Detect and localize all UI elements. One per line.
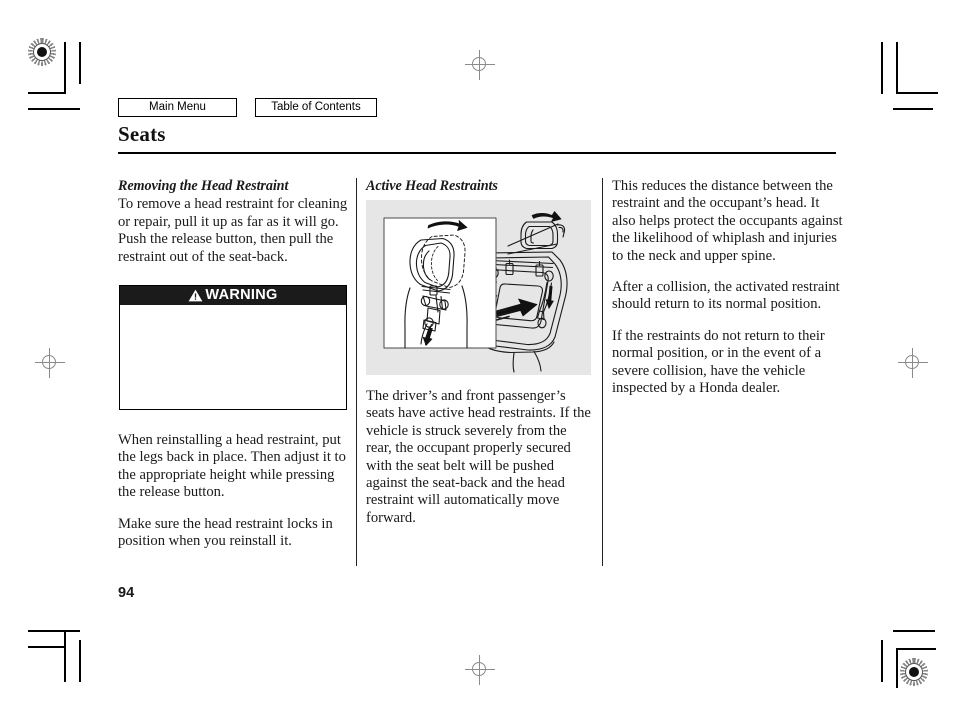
page-title: Seats (118, 122, 166, 146)
crop-mark-top-left-vertical-outer (79, 42, 81, 84)
main-menu-button[interactable]: Main Menu (118, 98, 237, 118)
middle-paragraph-1: The driver’s and front passenger’s seats… (366, 388, 591, 526)
registration-mark-top-center (465, 50, 495, 80)
crop-mark-bottom-left-vertical-inner (64, 630, 66, 682)
crop-mark-bottom-right-vertical-outer (881, 640, 883, 682)
crop-mark-top-left-horizontal-inner (28, 92, 65, 94)
crop-mark-top-right-vertical-inner (896, 42, 898, 94)
warning-triangle-icon (189, 289, 203, 302)
crop-mark-top-right-vertical-outer (881, 42, 883, 94)
column-left: Removing the Head Restraint To remove a … (118, 178, 350, 280)
column-right: This reduces the distance between the re… (612, 178, 844, 397)
column-middle-continued: The driver’s and front passenger’s seats… (366, 388, 594, 527)
crop-mark-bottom-right-horizontal-outer (893, 630, 935, 632)
active-head-restraint-diagram (366, 200, 591, 375)
column-divider-right (602, 178, 604, 566)
crop-mark-bottom-right-vertical-inner (896, 648, 898, 688)
warning-body (120, 305, 346, 409)
right-paragraph-3: If the restraints do not return to their… (612, 327, 825, 397)
warning-label: WARNING (205, 287, 278, 304)
crop-mark-top-left-horizontal-outer (28, 108, 80, 110)
column-divider-left (356, 178, 358, 566)
page-number: 94 (118, 585, 135, 601)
document-navigation-bar: Main Menu Table of Contents (118, 98, 377, 118)
crop-mark-bottom-left-horizontal-inner (28, 646, 65, 648)
crop-mark-bottom-left-horizontal-outer (28, 630, 80, 632)
left-subheading: Removing the Head Restraint (118, 178, 289, 194)
left-paragraph-2: When reinstalling a head restraint, put … (118, 432, 346, 501)
right-paragraph-1: This reduces the distance between the re… (612, 178, 843, 264)
crop-mark-bottom-right-horizontal-inner (896, 648, 936, 650)
registration-mark-middle-right (898, 348, 928, 378)
right-paragraph-2: After a collision, the activated restrai… (612, 279, 840, 313)
middle-subheading: Active Head Restraints (366, 178, 498, 194)
crop-mark-top-left-vertical-inner (64, 42, 66, 94)
left-paragraph-3: Make sure the head restraint locks in po… (118, 515, 333, 550)
crop-mark-top-right-horizontal-inner (896, 92, 938, 94)
registration-bullseye-bottom-right (900, 658, 928, 686)
warning-header-bar: WARNING (120, 286, 346, 305)
title-divider (118, 152, 836, 154)
crop-mark-bottom-left-vertical-outer (79, 640, 81, 682)
left-paragraph-1: To remove a head restraint for cleaning … (118, 196, 348, 265)
table-of-contents-button[interactable]: Table of Contents (255, 98, 377, 118)
registration-mark-bottom-center (465, 655, 495, 685)
column-middle: Active Head Restraints (366, 178, 594, 196)
registration-mark-middle-left (35, 348, 65, 378)
registration-bullseye-top-left (28, 38, 56, 66)
crop-mark-top-right-horizontal-outer (893, 108, 933, 110)
warning-box: WARNING (119, 285, 347, 410)
column-left-continued: When reinstalling a head restraint, put … (118, 432, 350, 550)
